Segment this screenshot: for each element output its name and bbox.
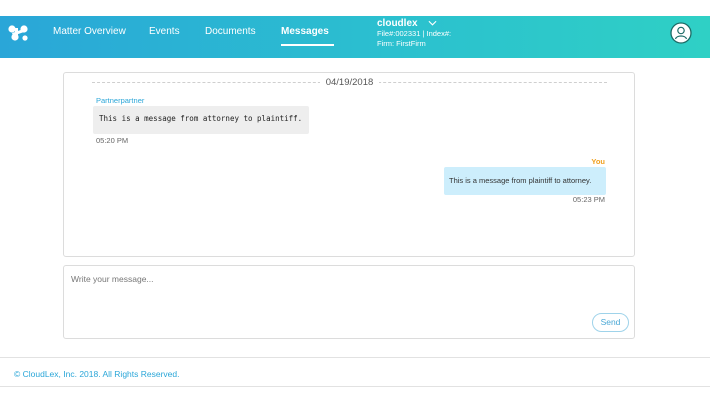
active-nav-indicator (281, 44, 334, 46)
footer-copyright: © CloudLex, Inc. 2018. All Rights Reserv… (14, 369, 180, 379)
nav-messages[interactable]: Messages (281, 26, 329, 37)
outgoing-message-bubble: This is a message from plaintiff to atto… (444, 167, 606, 195)
incoming-message-bubble: This is a message from attorney to plain… (93, 106, 309, 134)
nav-matter-overview[interactable]: Matter Overview (53, 26, 126, 37)
sender-name-you: You (591, 157, 605, 166)
message-thread[interactable]: 04/19/2018 Partnerpartner This is a mess… (63, 72, 635, 257)
matter-firm: Firm: FirstFirm (377, 39, 426, 48)
message-composer: Send (63, 265, 635, 339)
message-date: 04/19/2018 (319, 77, 380, 88)
matter-name-row[interactable]: cloudlex (377, 18, 451, 29)
footer-divider (0, 357, 710, 358)
footer-bottom-divider (0, 386, 710, 387)
nav-events[interactable]: Events (149, 26, 180, 37)
nav-documents[interactable]: Documents (205, 26, 256, 37)
cloudlex-logo-icon[interactable] (6, 20, 30, 44)
message-input[interactable] (64, 266, 634, 338)
chevron-down-icon[interactable] (428, 20, 437, 26)
matter-file-index: File#:002331 | Index#: (377, 29, 452, 38)
incoming-message-time: 05:20 PM (96, 136, 129, 145)
outgoing-message-time: 05:23 PM (572, 195, 605, 204)
top-navigation-bar: Matter Overview Events Documents Message… (0, 16, 710, 58)
user-avatar-icon[interactable] (670, 22, 692, 44)
send-button[interactable]: Send (592, 313, 629, 332)
date-divider: 04/19/2018 (92, 77, 607, 89)
sender-name-partner: Partnerpartner (96, 96, 145, 105)
matter-name: cloudlex (377, 18, 418, 29)
matter-selector[interactable]: cloudlex File#:002331 | Index#: Firm: Fi… (377, 18, 451, 49)
